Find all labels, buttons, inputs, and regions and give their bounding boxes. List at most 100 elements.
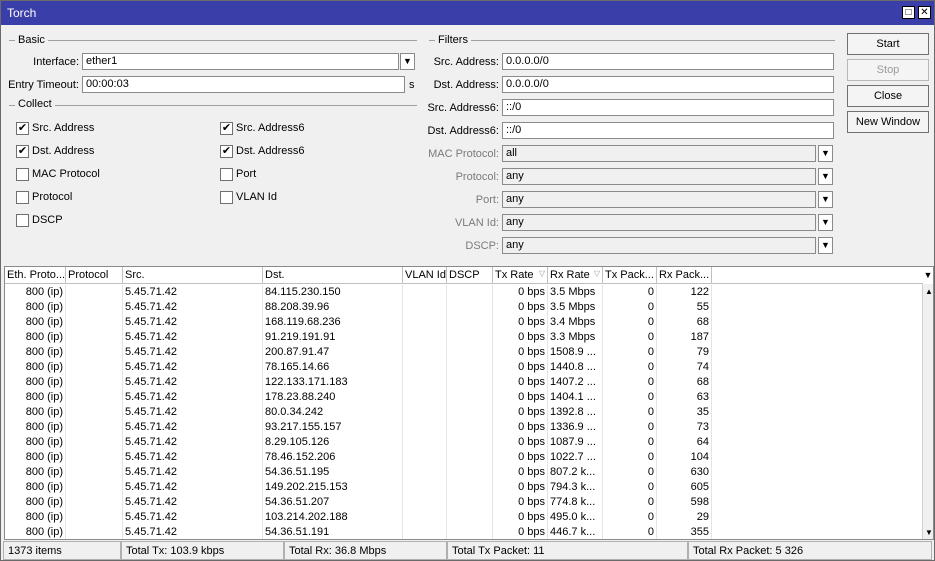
scroll-down-icon[interactable]: ▼ — [923, 527, 933, 539]
cell-dst: 200.87.91.47 — [263, 345, 403, 360]
table-row[interactable]: 800 (ip) 5.45.71.42 78.46.152.206 0 bps 1022… — [5, 450, 921, 465]
col-rx-rate[interactable]: Rx Rate ▽ — [548, 267, 603, 284]
cell-tx-rate: 0 bps — [493, 435, 548, 450]
table-row[interactable]: 800 (ip) 5.45.71.42 88.208.39.96 0 bps 3.5 M… — [5, 300, 921, 315]
table-row[interactable]: 800 (ip) 5.45.71.42 8.29.105.126 0 bps 1087.… — [5, 435, 921, 450]
cell-eth-proto: 800 (ip) — [5, 435, 66, 450]
cell-protocol — [66, 330, 123, 345]
sort-icon: ▽ — [538, 269, 545, 278]
cell-eth-proto: 800 (ip) — [5, 360, 66, 375]
col-vlan-id[interactable]: VLAN Id — [403, 267, 447, 284]
table-row[interactable]: 800 (ip) 5.45.71.42 91.219.191.91 0 bps 3.3 … — [5, 330, 921, 345]
maximize-icon[interactable]: □ — [902, 6, 915, 19]
vlan-id-checkbox[interactable] — [220, 191, 233, 204]
cell-eth-proto: 800 (ip) — [5, 525, 66, 539]
interface-dropdown-icon[interactable]: ▼ — [400, 53, 415, 70]
table-row[interactable]: 800 (ip) 5.45.71.42 54.36.51.195 0 bps 807.2… — [5, 465, 921, 480]
col-tx-packets[interactable]: Tx Pack... — [603, 267, 657, 284]
interface-field[interactable]: ether1 — [82, 53, 399, 70]
cell-dst: 168.119.68.236 — [263, 315, 403, 330]
cell-rx-rate: 1440.8 ... — [548, 360, 603, 375]
port-select[interactable]: any — [502, 191, 816, 208]
scroll-up-icon[interactable]: ▲ — [923, 286, 933, 298]
protocol-select[interactable]: any — [502, 168, 816, 185]
dscp-dropdown-icon[interactable]: ▼ — [818, 237, 833, 254]
cell-rx-rate: 3.4 Mbps — [548, 315, 603, 330]
table-row[interactable]: 800 (ip) 5.45.71.42 122.133.171.183 0 bps 14… — [5, 375, 921, 390]
cell-tx-packets: 0 — [603, 480, 657, 495]
cell-vlan-id — [403, 510, 447, 525]
dst-address-field[interactable]: 0.0.0.0/0 — [502, 76, 834, 93]
col-dscp[interactable]: DSCP — [447, 267, 493, 284]
close-icon[interactable]: ✕ — [918, 6, 931, 19]
table-row[interactable]: 800 (ip) 5.45.71.42 149.202.215.153 0 bps 79… — [5, 480, 921, 495]
cell-rx-packets: 187 — [657, 330, 712, 345]
table-row[interactable]: 800 (ip) 5.45.71.42 54.36.51.207 0 bps 774.8… — [5, 495, 921, 510]
src-address-checkbox[interactable]: ✔ — [16, 122, 29, 135]
mac-protocol-checkbox[interactable] — [16, 168, 29, 181]
table-row[interactable]: 800 (ip) 5.45.71.42 84.115.230.150 0 bps 3.5… — [5, 285, 921, 300]
cell-vlan-id — [403, 450, 447, 465]
cell-tx-packets: 0 — [603, 390, 657, 405]
table-row[interactable]: 800 (ip) 5.45.71.42 103.214.202.188 0 bps 49… — [5, 510, 921, 525]
table-header: Eth. Proto... Protocol Src. Dst. VLAN Id… — [5, 267, 923, 284]
protocol-checkbox[interactable] — [16, 191, 29, 204]
title-bar[interactable]: Torch □ ✕ — [1, 1, 934, 25]
table-row[interactable]: 800 (ip) 5.45.71.42 200.87.91.47 0 bps 1508.… — [5, 345, 921, 360]
table-row[interactable]: 800 (ip) 5.45.71.42 78.165.14.66 0 bps 1440.… — [5, 360, 921, 375]
vlan-id-collect-label: VLAN Id — [236, 191, 277, 203]
cell-eth-proto: 800 (ip) — [5, 495, 66, 510]
vertical-scrollbar[interactable]: ▲ ▼ — [922, 284, 933, 539]
stop-button[interactable]: Stop — [847, 59, 929, 81]
start-button[interactable]: Start — [847, 33, 929, 55]
cell-rx-rate: 794.3 k... — [548, 480, 603, 495]
cell-dst: 88.208.39.96 — [263, 300, 403, 315]
table-row[interactable]: 800 (ip) 5.45.71.42 80.0.34.242 0 bps 1392.8… — [5, 405, 921, 420]
columns-menu-icon[interactable]: ▼ — [922, 267, 933, 284]
col-dst[interactable]: Dst. — [263, 267, 403, 284]
vlan-id-select[interactable]: any — [502, 214, 816, 231]
col-rx-packets[interactable]: Rx Pack... — [657, 267, 712, 284]
port-checkbox[interactable] — [220, 168, 233, 181]
cell-protocol — [66, 495, 123, 510]
table-row[interactable]: 800 (ip) 5.45.71.42 178.23.88.240 0 bps 1404… — [5, 390, 921, 405]
status-total-rx-packet: Total Rx Packet: 5 326 — [688, 541, 932, 560]
new-window-button[interactable]: New Window — [847, 111, 929, 133]
dst-address-checkbox[interactable]: ✔ — [16, 145, 29, 158]
src-address-field[interactable]: 0.0.0.0/0 — [502, 53, 834, 70]
cell-protocol — [66, 420, 123, 435]
close-button[interactable]: Close — [847, 85, 929, 107]
cell-eth-proto: 800 (ip) — [5, 390, 66, 405]
cell-rx-rate: 3.3 Mbps — [548, 330, 603, 345]
cell-tx-rate: 0 bps — [493, 390, 548, 405]
vlan-id-dropdown-icon[interactable]: ▼ — [818, 214, 833, 231]
cell-tx-rate: 0 bps — [493, 450, 548, 465]
cell-dst: 78.46.152.206 — [263, 450, 403, 465]
col-protocol[interactable]: Protocol — [66, 267, 123, 284]
mac-protocol-dropdown-icon[interactable]: ▼ — [818, 145, 833, 162]
dst-address6-field[interactable]: ::/0 — [502, 122, 834, 139]
dscp-select[interactable]: any — [502, 237, 816, 254]
cell-dst: 149.202.215.153 — [263, 480, 403, 495]
dscp-label: DSCP: — [465, 240, 499, 252]
col-eth-proto[interactable]: Eth. Proto... — [5, 267, 66, 284]
entry-timeout-field[interactable]: 00:00:03 — [82, 76, 405, 93]
cell-dst: 78.165.14.66 — [263, 360, 403, 375]
cell-dscp — [447, 285, 493, 300]
src-address6-field[interactable]: ::/0 — [502, 99, 834, 116]
cell-rx-packets: 73 — [657, 420, 712, 435]
table-row[interactable]: 800 (ip) 5.45.71.42 168.119.68.236 0 bps 3.4… — [5, 315, 921, 330]
dscp-checkbox[interactable] — [16, 214, 29, 227]
src-address-label: Src. Address: — [433, 56, 499, 68]
cell-dscp — [447, 345, 493, 360]
src-address6-checkbox[interactable]: ✔ — [220, 122, 233, 135]
cell-rx-rate: 1022.7 ... — [548, 450, 603, 465]
port-dropdown-icon[interactable]: ▼ — [818, 191, 833, 208]
table-row[interactable]: 800 (ip) 5.45.71.42 54.36.51.191 0 bps 446.7… — [5, 525, 921, 539]
col-src[interactable]: Src. — [123, 267, 263, 284]
table-row[interactable]: 800 (ip) 5.45.71.42 93.217.155.157 0 bps 133… — [5, 420, 921, 435]
col-tx-rate[interactable]: Tx Rate ▽ — [493, 267, 548, 284]
mac-protocol-select[interactable]: all — [502, 145, 816, 162]
protocol-dropdown-icon[interactable]: ▼ — [818, 168, 833, 185]
dst-address6-checkbox[interactable]: ✔ — [220, 145, 233, 158]
